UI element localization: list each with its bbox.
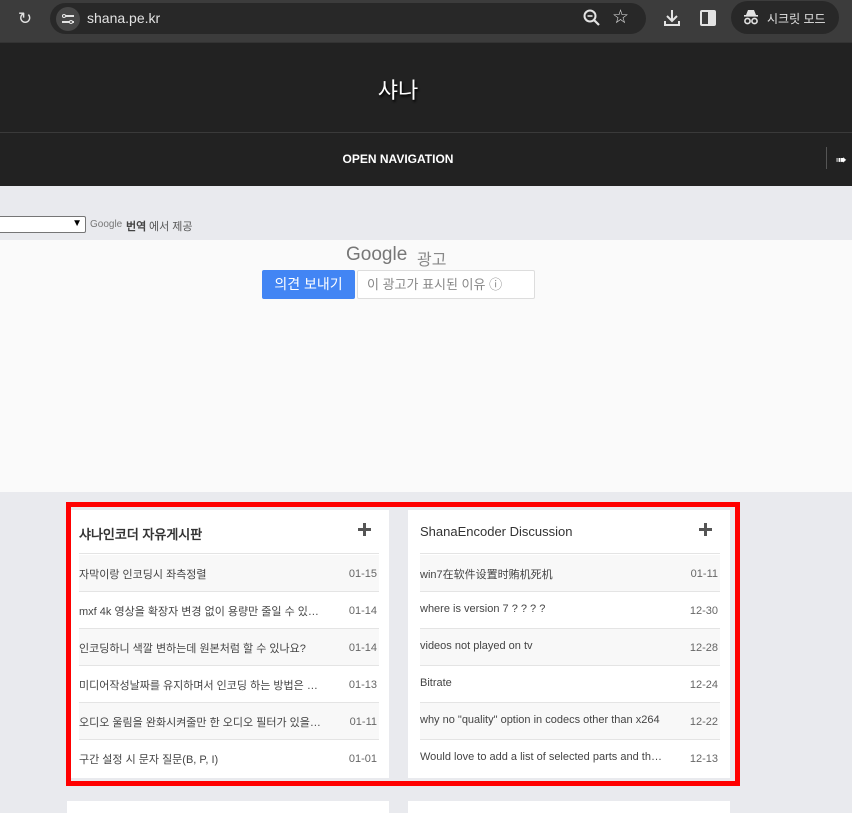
- incognito-icon: [744, 10, 758, 25]
- site-settings-icon[interactable]: [56, 7, 80, 31]
- translate-link[interactable]: 번역: [126, 218, 146, 234]
- incognito-button[interactable]: 시크릿 모드: [731, 1, 839, 34]
- download-icon[interactable]: [662, 8, 682, 28]
- site-title[interactable]: 샤나: [0, 73, 796, 105]
- language-select[interactable]: ▼: [0, 216, 86, 233]
- open-navigation-button[interactable]: OPEN NAVIGATION: [0, 152, 796, 166]
- translate-provided-text: 에서 제공: [149, 221, 193, 233]
- highlight-box: [66, 502, 740, 786]
- google-logo-text: Google: [90, 219, 123, 230]
- nav-divider: [826, 147, 827, 169]
- nav-bar: OPEN NAVIGATION ➠: [0, 132, 852, 186]
- zoom-icon[interactable]: [582, 8, 602, 28]
- why-this-ad-button[interactable]: 이 광고가 표시된 이유 ⓘ: [357, 270, 535, 299]
- site-header: 샤나: [0, 42, 852, 132]
- incognito-label: 시크릿 모드: [767, 12, 826, 26]
- board-next-right: [408, 801, 730, 813]
- ad-area: Google 광고 의견 보내기 이 광고가 표시된 이유 ⓘ: [0, 240, 852, 492]
- send-feedback-button[interactable]: 의견 보내기: [262, 270, 355, 299]
- browser-toolbar: ↻ shana.pe.kr ☆ 시크릿 모드: [0, 0, 852, 42]
- address-bar[interactable]: shana.pe.kr ☆: [50, 3, 646, 34]
- bookmark-star-icon[interactable]: ☆: [612, 6, 629, 29]
- login-icon[interactable]: ➠: [836, 152, 847, 168]
- reload-icon[interactable]: ↻: [14, 8, 36, 30]
- ad-label: 광고: [417, 252, 447, 269]
- side-panel-icon[interactable]: [700, 10, 716, 26]
- url-text[interactable]: shana.pe.kr: [87, 10, 160, 26]
- board-next-left: [67, 801, 389, 813]
- chevron-down-icon: ▼: [72, 218, 82, 229]
- ad-google-text: Google: [346, 244, 408, 265]
